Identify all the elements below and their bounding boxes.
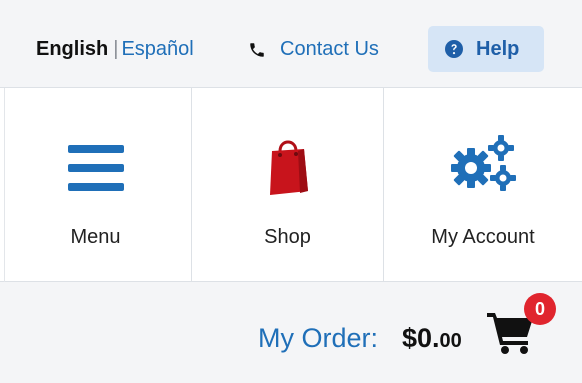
phone-icon bbox=[250, 43, 264, 57]
my-order-label[interactable]: My Order: bbox=[258, 322, 378, 354]
cart-count-badge: 0 bbox=[524, 293, 556, 325]
order-total-cents: 00 bbox=[439, 330, 462, 352]
hamburger-menu-icon bbox=[67, 145, 124, 191]
contact-us-label: Contact Us bbox=[280, 38, 379, 60]
help-button[interactable]: Help bbox=[428, 26, 544, 72]
shop-tile[interactable]: Shop bbox=[191, 88, 383, 281]
top-utility-bar: English | Español Contact Us Help bbox=[0, 0, 582, 88]
gears-icon bbox=[451, 135, 516, 191]
nav-tiles: Menu Shop My Account bbox=[0, 88, 582, 282]
menu-label: Menu bbox=[70, 226, 121, 248]
order-total-main: $0. bbox=[402, 323, 440, 353]
order-total: $0.00 bbox=[402, 322, 462, 357]
language-option-espanol[interactable]: Español bbox=[121, 38, 193, 60]
help-label: Help bbox=[476, 38, 520, 60]
language-switcher: English | Español bbox=[36, 37, 194, 61]
shop-label: Shop bbox=[264, 226, 311, 248]
my-account-tile[interactable]: My Account bbox=[383, 88, 582, 281]
language-separator: | bbox=[113, 38, 119, 60]
menu-tile[interactable]: Menu bbox=[0, 88, 191, 281]
order-bar: My Order: $0.00 0 bbox=[0, 282, 582, 383]
my-account-label: My Account bbox=[431, 226, 535, 248]
contact-us-link[interactable]: Contact Us bbox=[248, 37, 379, 61]
left-edge-divider bbox=[4, 88, 5, 282]
question-circle-icon bbox=[445, 40, 463, 58]
language-current: English bbox=[36, 38, 109, 60]
shopping-bag-icon bbox=[269, 140, 308, 195]
